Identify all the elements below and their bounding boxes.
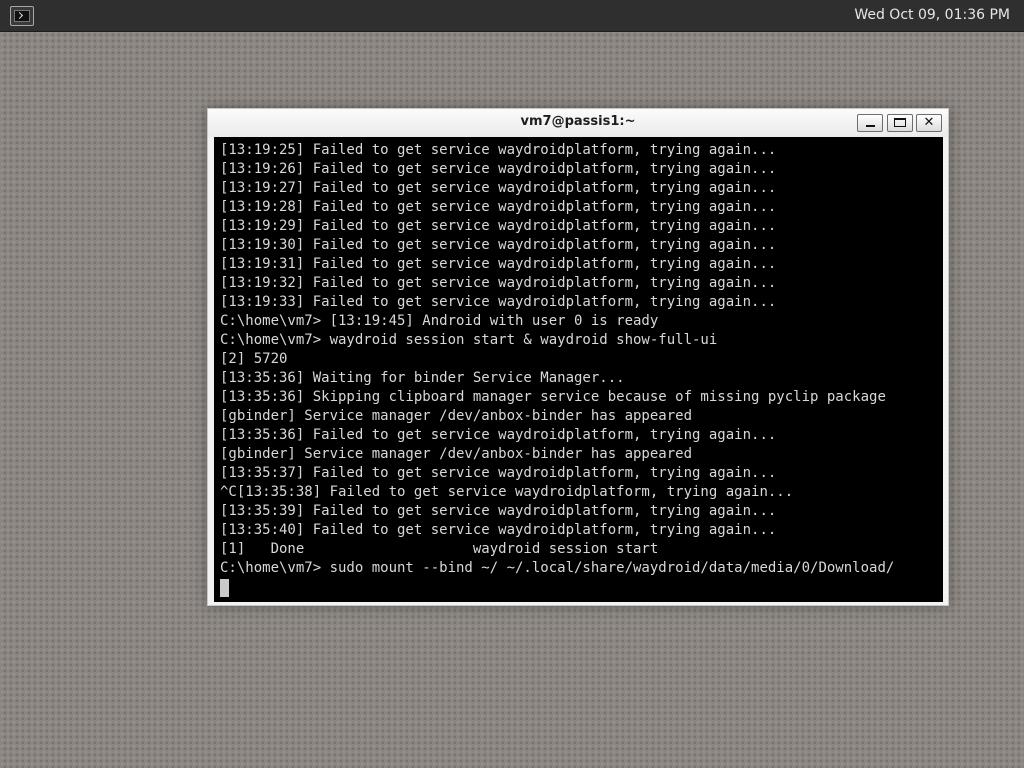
terminal-line: [13:19:31] Failed to get service waydroi… [220,256,777,272]
terminal-line: [13:35:36] Failed to get service waydroi… [220,427,777,443]
terminal-line: [13:19:25] Failed to get service waydroi… [220,142,777,158]
terminal-line: [1] Done waydroid session start [220,541,659,557]
terminal-command-line: C:\home\vm7> sudo mount --bind ~/ ~/.loc… [220,560,895,576]
maximize-button[interactable] [887,114,913,132]
terminal-launcher-button[interactable] [10,6,34,26]
terminal-line: [2] 5720 [220,351,288,367]
terminal-line: [13:35:39] Failed to get service waydroi… [220,503,777,519]
terminal-line: [13:19:33] Failed to get service waydroi… [220,294,777,310]
close-icon: ✕ [923,115,935,130]
minimize-button[interactable] [857,114,883,132]
terminal-line: [13:35:36] Skipping clipboard manager se… [220,389,886,405]
terminal-line: C:\home\vm7> waydroid session start & wa… [220,332,718,348]
terminal-line: ^C[13:35:38] Failed to get service waydr… [220,484,794,500]
terminal-line: C:\home\vm7> [13:19:45] Android with use… [220,313,659,329]
terminal-cursor[interactable] [220,579,229,597]
close-button[interactable]: ✕ [916,114,942,132]
terminal-line: [gbinder] Service manager /dev/anbox-bin… [220,408,693,424]
top-panel: Wed Oct 09, 01:36 PM [0,0,1024,32]
terminal-line: [13:19:29] Failed to get service waydroi… [220,218,777,234]
clock[interactable]: Wed Oct 09, 01:36 PM [854,7,1010,23]
terminal-line: [13:19:30] Failed to get service waydroi… [220,237,777,253]
terminal-line: [gbinder] Service manager /dev/anbox-bin… [220,446,693,462]
terminal-line: [13:19:26] Failed to get service waydroi… [220,161,777,177]
terminal-line: [13:19:32] Failed to get service waydroi… [220,275,777,291]
maximize-icon [894,118,906,127]
terminal-output[interactable]: [13:19:25] Failed to get service waydroi… [214,137,943,602]
terminal-window[interactable]: vm7@passis1:~ ✕ [13:19:25] Failed to get… [207,108,949,606]
terminal-line: [13:35:36] Waiting for binder Service Ma… [220,370,625,386]
terminal-icon [14,10,30,22]
terminal-line: [13:19:28] Failed to get service waydroi… [220,199,777,215]
window-title: vm7@passis1:~ [520,114,636,129]
window-titlebar[interactable]: vm7@passis1:~ ✕ [208,109,948,137]
terminal-line: [13:35:37] Failed to get service waydroi… [220,465,777,481]
terminal-line: [13:35:40] Failed to get service waydroi… [220,522,777,538]
minimize-icon [866,125,875,127]
terminal-line: [13:19:27] Failed to get service waydroi… [220,180,777,196]
